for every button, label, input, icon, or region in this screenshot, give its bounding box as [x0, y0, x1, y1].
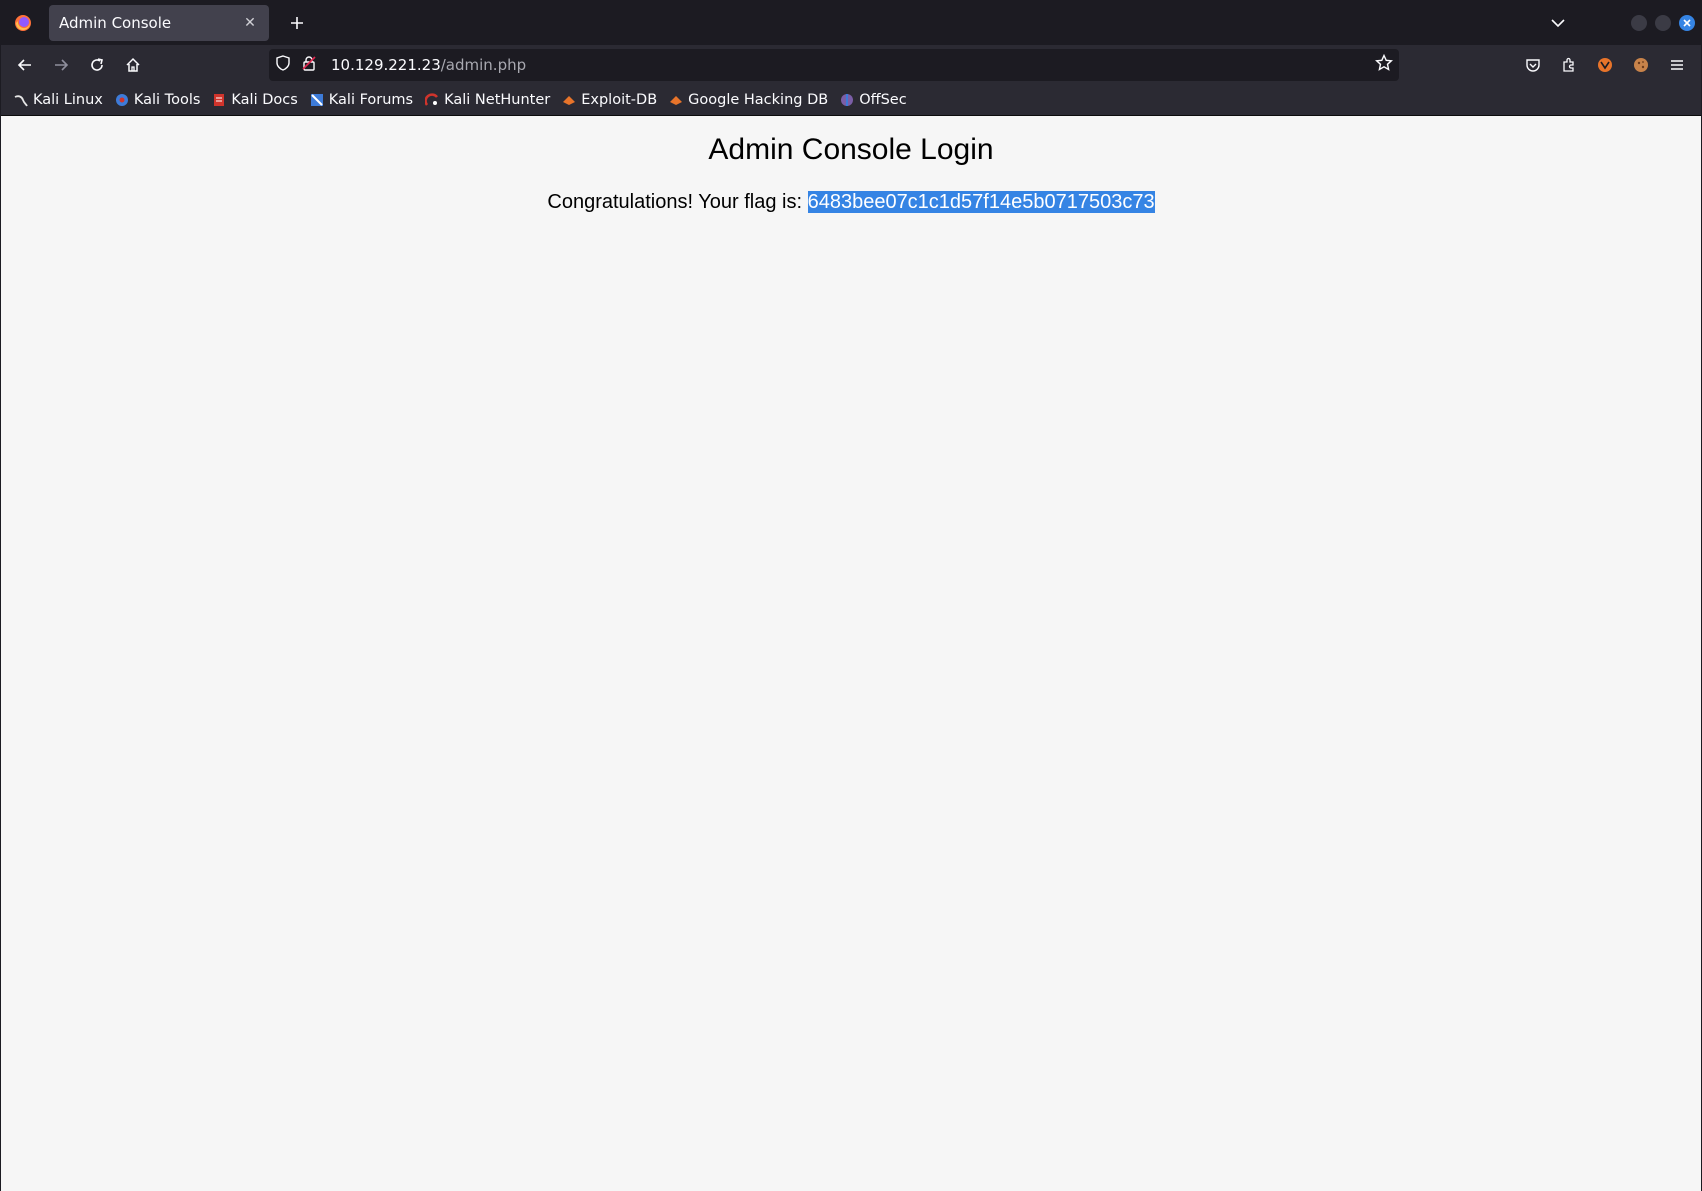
url-path: /admin.php: [440, 56, 527, 74]
page-title: Admin Console Login: [708, 133, 994, 166]
back-button[interactable]: [9, 49, 41, 81]
insecure-lock-icon[interactable]: [301, 55, 317, 75]
pocket-icon: [1526, 59, 1540, 72]
chevron-down-icon: [1551, 18, 1565, 27]
reload-icon: [91, 58, 103, 71]
tab-title: Admin Console: [59, 13, 172, 32]
kali-forums-icon: [309, 92, 325, 108]
puzzle-icon: [1563, 57, 1574, 72]
message-prefix: Congratulations! Your flag is:: [547, 191, 808, 213]
nethunter-icon: [424, 92, 440, 108]
bookmark-label: Kali Forums: [328, 92, 414, 108]
ghdb-icon: [668, 92, 684, 108]
bookmark-label: OffSec: [859, 92, 907, 108]
kali-tools-icon: [114, 92, 130, 108]
bookmark-label: Exploit-DB: [581, 92, 658, 108]
page-content: Admin Console Login Congratulations! You…: [1, 116, 1701, 1191]
tracking-protection-shield-icon[interactable]: [275, 55, 291, 75]
bookmark-kali-nethunter[interactable]: Kali NetHunter: [424, 92, 550, 108]
bookmark-kali-linux[interactable]: Kali Linux: [13, 92, 103, 108]
forward-button[interactable]: [45, 49, 77, 81]
bookmark-kali-tools[interactable]: Kali Tools: [114, 92, 201, 108]
bookmarks-toolbar: Kali Linux Kali Tools Kali Docs Kali For…: [1, 85, 1701, 116]
navigation-toolbar: 10.129.221.23/admin.php: [1, 45, 1701, 85]
flag-value[interactable]: 6483bee07c1c1d57f14e5b0717503c73: [807, 191, 1155, 213]
url-host: 10.129.221.23: [331, 56, 441, 74]
kali-docs-icon: [211, 92, 227, 108]
plus-icon: [291, 16, 303, 29]
bookmark-label: Google Hacking DB: [688, 92, 829, 108]
bookmark-exploit-db[interactable]: Exploit-DB: [561, 92, 657, 108]
bookmark-kali-docs[interactable]: Kali Docs: [211, 92, 298, 108]
bookmark-star-icon[interactable]: [1374, 53, 1394, 76]
close-icon: [1683, 18, 1691, 27]
arrow-left-icon: [17, 59, 31, 71]
flag-message: Congratulations! Your flag is: 6483bee07…: [1, 188, 1701, 216]
bookmark-label: Kali Linux: [33, 92, 103, 108]
pocket-button[interactable]: [1517, 49, 1549, 81]
new-tab-button[interactable]: [281, 7, 313, 39]
minimize-button[interactable]: [1631, 14, 1647, 31]
list-all-tabs-button[interactable]: [1543, 8, 1573, 38]
close-window-button[interactable]: [1679, 14, 1695, 31]
home-button[interactable]: [117, 49, 149, 81]
bookmark-label: Kali NetHunter: [444, 92, 551, 108]
tab-strip: Admin Console ✕: [1, 0, 1701, 45]
bookmark-label: Kali Tools: [133, 92, 201, 108]
extensions-button[interactable]: [1553, 49, 1585, 81]
url-text[interactable]: 10.129.221.23/admin.php: [331, 56, 1375, 74]
browser-window: Admin Console ✕ 10.129.221.23/admin.php …: [0, 0, 1702, 1191]
hamburger-menu-icon: [1671, 60, 1683, 70]
kali-dragon-icon: [13, 92, 29, 108]
tab-admin-console[interactable]: Admin Console ✕: [49, 4, 269, 41]
foxyproxy-extension-icon[interactable]: [1589, 49, 1621, 81]
bookmark-label: Kali Docs: [231, 92, 298, 108]
firefox-logo-icon[interactable]: [1, 0, 45, 45]
bookmark-offsec[interactable]: OffSec: [839, 92, 907, 108]
bookmark-kali-forums[interactable]: Kali Forums: [309, 92, 413, 108]
cookie-editor-extension-icon[interactable]: [1625, 49, 1657, 81]
maximize-button[interactable]: [1655, 14, 1671, 31]
reload-button[interactable]: [81, 49, 113, 81]
exploit-db-icon: [561, 92, 577, 108]
app-menu-button[interactable]: [1661, 49, 1693, 81]
home-icon: [126, 57, 140, 72]
offsec-icon: [839, 92, 855, 108]
url-bar[interactable]: 10.129.221.23/admin.php: [269, 49, 1399, 81]
tab-close-icon[interactable]: ✕: [241, 15, 259, 31]
bookmark-google-hacking-db[interactable]: Google Hacking DB: [668, 92, 828, 108]
arrow-right-icon: [55, 59, 69, 71]
